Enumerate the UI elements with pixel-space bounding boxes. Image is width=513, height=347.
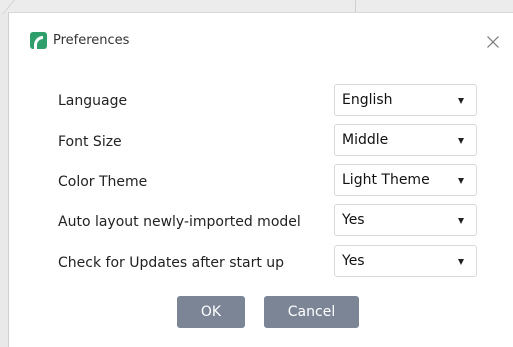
color-theme-label: Color Theme	[58, 174, 148, 190]
chevron-down-icon	[458, 138, 464, 144]
check-updates-label: Check for Updates after start up	[58, 255, 285, 271]
dialog-title: Preferences	[53, 33, 130, 48]
font-size-select-value: Middle	[342, 132, 389, 148]
chevron-down-icon	[458, 218, 464, 224]
auto-layout-select[interactable]: Yes	[334, 204, 477, 236]
dialog-titlebar: Preferences	[9, 13, 513, 57]
check-updates-select[interactable]: Yes	[334, 245, 477, 277]
background-divider	[355, 0, 356, 12]
check-updates-select-value: Yes	[342, 253, 365, 269]
app-logo-icon	[30, 32, 47, 49]
font-size-select[interactable]: Middle	[334, 124, 477, 156]
font-size-label: Font Size	[58, 134, 122, 150]
close-icon[interactable]	[486, 34, 500, 48]
cancel-button[interactable]: Cancel	[264, 296, 359, 328]
chevron-down-icon	[458, 259, 464, 265]
language-label: Language	[58, 93, 128, 109]
color-theme-select-value: Light Theme	[342, 172, 430, 188]
chevron-down-icon	[458, 98, 464, 104]
language-select-value: English	[342, 92, 393, 108]
auto-layout-select-value: Yes	[342, 212, 365, 228]
color-theme-select[interactable]: Light Theme	[334, 164, 477, 196]
chevron-down-icon	[458, 178, 464, 184]
language-select[interactable]: English	[334, 84, 477, 116]
ok-button[interactable]: OK	[177, 296, 245, 328]
preferences-dialog: Preferences Language English Font Size M…	[8, 12, 513, 347]
background-window	[0, 0, 513, 12]
auto-layout-label: Auto layout newly-imported model	[58, 214, 301, 230]
